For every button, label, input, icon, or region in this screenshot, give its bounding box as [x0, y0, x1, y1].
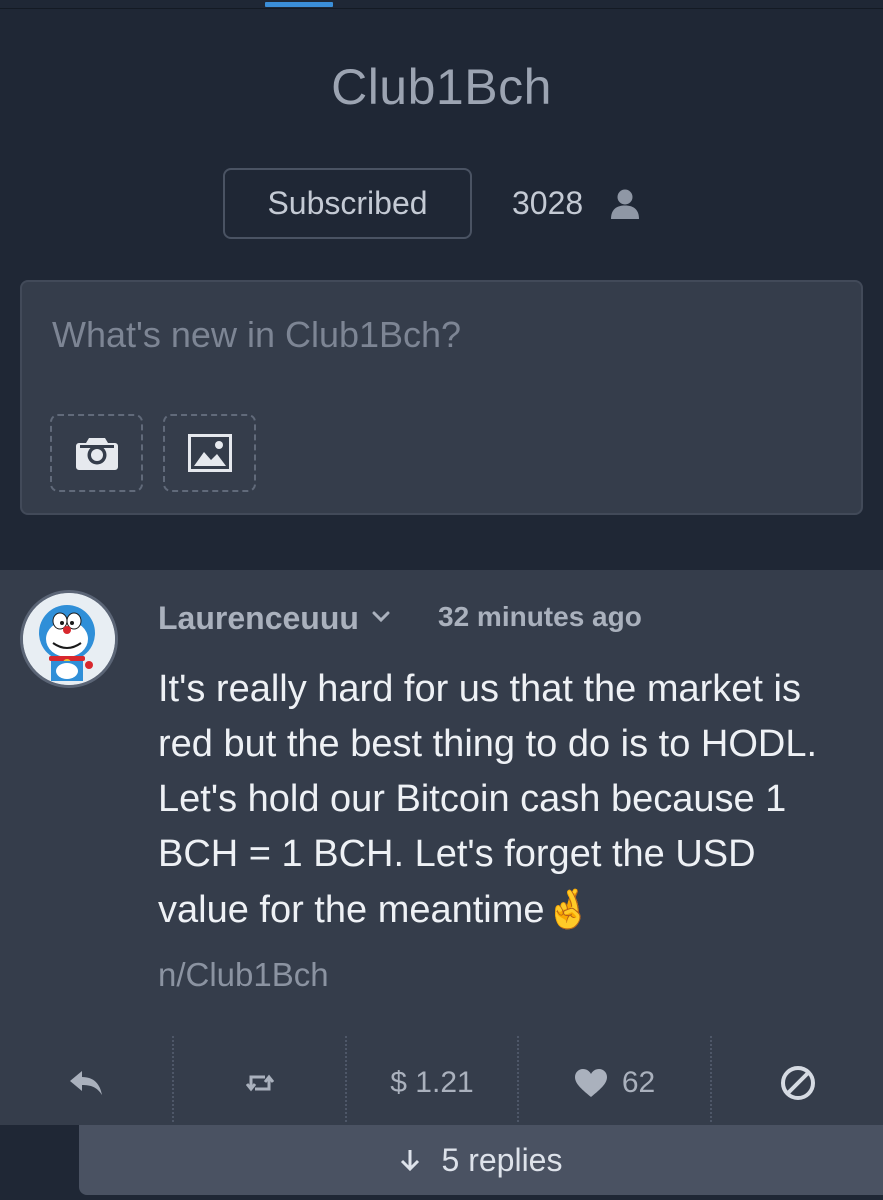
- post-body: It's really hard for us that the market …: [158, 662, 848, 938]
- block-button[interactable]: [712, 1034, 883, 1132]
- post-actions: $ 1.21 62: [0, 1034, 883, 1132]
- chevron-down-icon[interactable]: [371, 608, 391, 626]
- like-button[interactable]: 62: [519, 1034, 710, 1132]
- repost-icon: [245, 1074, 274, 1092]
- post-composer[interactable]: What's new in Club1Bch?: [20, 280, 863, 515]
- community-title: Club1Bch: [331, 59, 552, 115]
- like-count: 62: [621, 1066, 656, 1099]
- block-icon: [780, 1066, 815, 1100]
- image-upload-button[interactable]: [163, 414, 256, 492]
- post-card: Laurenceuuu 32 minutes ago It's really h…: [0, 570, 883, 1125]
- post-timestamp: 32 minutes ago: [438, 601, 642, 632]
- camera-button[interactable]: [50, 414, 143, 492]
- post-body-text: It's really hard for us that the market …: [158, 668, 818, 931]
- reply-button[interactable]: [0, 1034, 172, 1132]
- community-link[interactable]: n/Club1Bch: [158, 956, 329, 994]
- repost-button[interactable]: [174, 1034, 345, 1132]
- reply-icon: [70, 1071, 102, 1095]
- camera-icon: [75, 438, 118, 470]
- member-count: 3028: [512, 185, 584, 221]
- heart-icon: [574, 1069, 607, 1097]
- replies-label: 5 replies: [441, 1141, 563, 1178]
- arrow-down-icon: [400, 1150, 419, 1171]
- avatar[interactable]: [20, 590, 118, 688]
- crossed-fingers-emoji: 🤞: [544, 887, 592, 931]
- top-tab-bar: [0, 0, 883, 9]
- tip-amount: $ 1.21: [390, 1066, 474, 1099]
- composer-placeholder[interactable]: What's new in Club1Bch?: [52, 314, 461, 356]
- user-icon: [611, 189, 639, 219]
- subscribed-button[interactable]: Subscribed: [223, 168, 472, 239]
- active-tab-indicator: [265, 2, 333, 7]
- show-replies-button[interactable]: 5 replies: [79, 1125, 883, 1195]
- tip-button[interactable]: $ 1.21: [347, 1034, 517, 1132]
- image-icon: [187, 434, 232, 472]
- doraemon-avatar-image: [23, 593, 115, 685]
- author-name[interactable]: Laurenceuuu: [158, 600, 359, 637]
